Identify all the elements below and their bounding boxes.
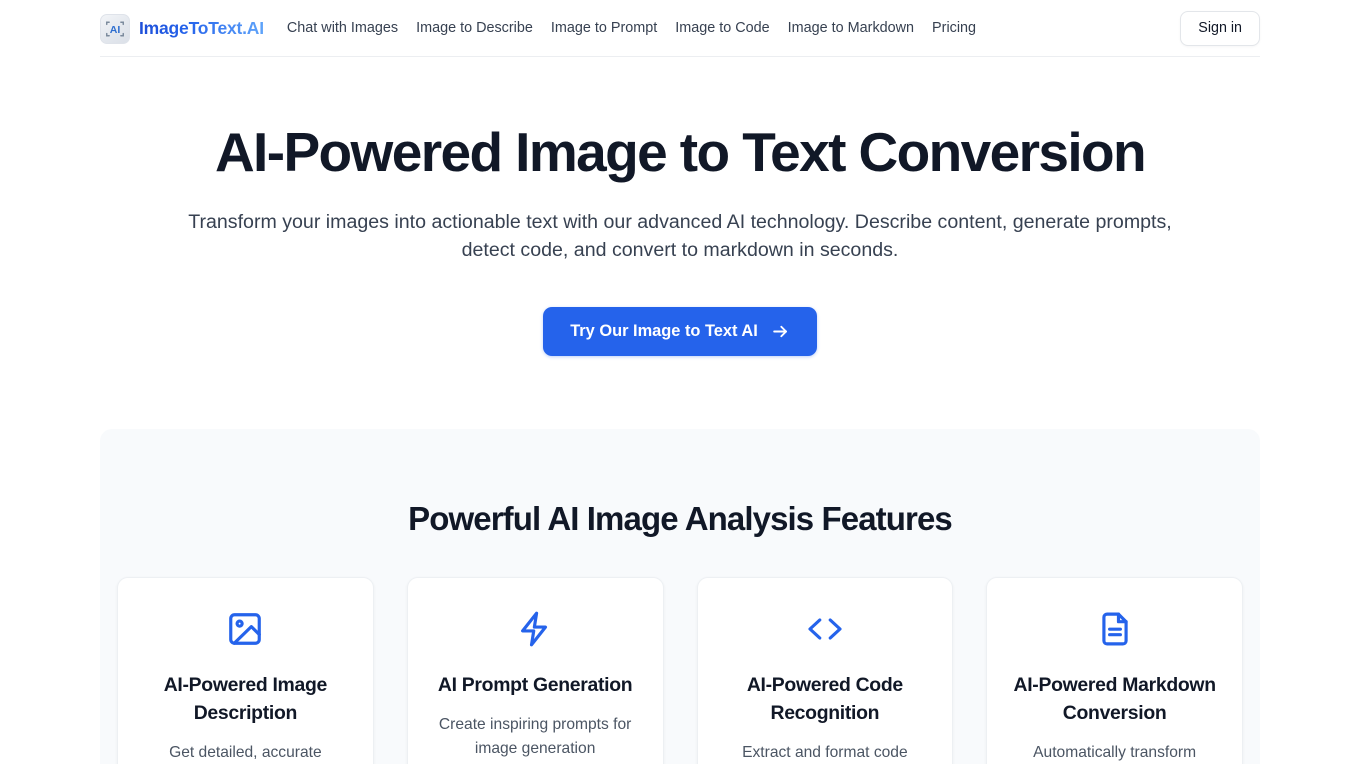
feature-card-description: Extract and format code snippets found i… <box>742 743 908 761</box>
code-brackets-icon <box>720 607 931 651</box>
feature-card-description: Get detailed, accurate descriptions of y… <box>169 743 322 761</box>
feature-card-title: AI-Powered Image Description <box>163 674 328 724</box>
brand-logo-link[interactable]: AI ImageToText.AI <box>100 13 264 44</box>
image-icon <box>140 607 351 651</box>
nav-image-to-code[interactable]: Image to Code <box>666 15 778 41</box>
feature-card-markdown-conversion[interactable]: AI-Powered Markdown Conversion Automatic… <box>986 577 1243 764</box>
sign-in-button[interactable]: Sign in <box>1180 11 1260 46</box>
arrow-right-icon <box>771 322 790 341</box>
hero-subtitle: Transform your images into actionable te… <box>188 211 1172 262</box>
lightning-bolt-icon <box>430 607 641 651</box>
brand-name: ImageToText.AI <box>139 18 264 38</box>
svg-text:AI: AI <box>110 24 121 36</box>
features-heading: Powerful AI Image Analysis Features <box>408 499 953 537</box>
hero-cta-wrapper: Try Our Image to Text AI <box>80 306 1280 356</box>
feature-card-title: AI-Powered Markdown Conversion <box>1013 674 1217 724</box>
feature-card-prompt-generation[interactable]: AI Prompt Generation Create inspiring pr… <box>406 577 664 764</box>
nav-pricing[interactable]: Pricing <box>923 15 985 41</box>
header-actions: Sign in <box>1180 11 1260 46</box>
feature-card-grid: AI-Powered Image Description Get detaile… <box>100 577 1260 764</box>
nav-image-to-prompt[interactable]: Image to Prompt <box>542 15 666 41</box>
nav-image-to-describe[interactable]: Image to Describe <box>407 15 542 41</box>
feature-card-title: AI Prompt Generation <box>437 674 633 697</box>
feature-card-title: AI-Powered Code Recognition <box>746 674 903 724</box>
ai-badge-icon: AI <box>100 13 130 44</box>
cta-label: Try Our Image to Text AI <box>570 322 758 341</box>
main-navigation: Chat with Images Image to Describe Image… <box>278 15 985 41</box>
hero-section: AI-Powered Image to Text Conversion Tran… <box>0 57 1360 356</box>
feature-card-description: Create inspiring prompts for image gener… <box>438 715 632 757</box>
feature-card-code-recognition[interactable]: AI-Powered Code Recognition Extract and … <box>696 577 954 764</box>
page-title: AI-Powered Image to Text Conversion <box>214 121 1147 183</box>
nav-image-to-markdown[interactable]: Image to Markdown <box>779 15 923 41</box>
feature-card-image-description[interactable]: AI-Powered Image Description Get detaile… <box>117 577 374 764</box>
features-section: Powerful AI Image Analysis Features AI-P… <box>100 428 1260 764</box>
nav-chat-with-images[interactable]: Chat with Images <box>278 15 407 41</box>
try-image-to-text-ai-button[interactable]: Try Our Image to Text AI <box>543 306 817 356</box>
document-text-icon <box>1009 607 1220 651</box>
site-header: AI ImageToText.AI Chat with Images Image… <box>0 0 1360 57</box>
feature-card-description: Automatically transform <box>1033 743 1197 761</box>
